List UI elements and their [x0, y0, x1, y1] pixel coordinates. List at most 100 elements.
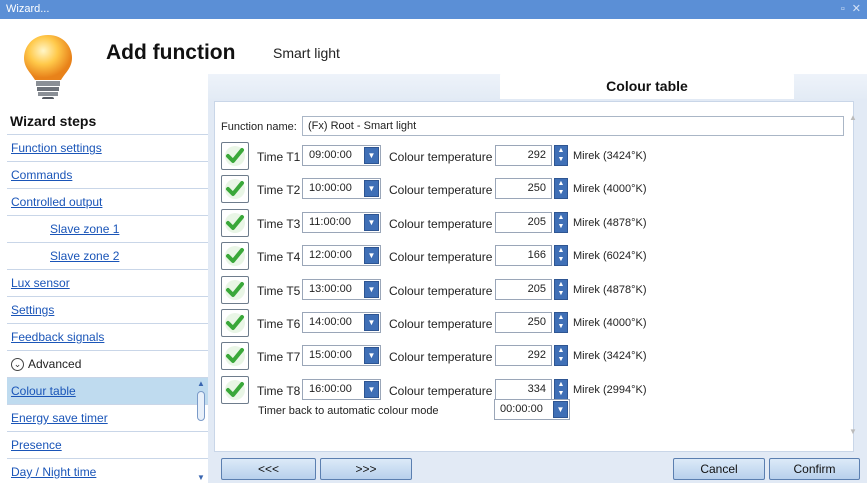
time-select[interactable]: 10:00:00 ▼	[302, 178, 381, 200]
checkmark-icon	[225, 146, 245, 166]
sidebar-item-feedback-signals[interactable]: Feedback signals	[7, 324, 208, 351]
dropdown-arrow-icon[interactable]: ▼	[364, 280, 379, 298]
mirek-input[interactable]: 205	[495, 211, 552, 233]
enable-checkbox[interactable]	[221, 175, 249, 204]
chevron-down-icon: ⌄	[11, 357, 24, 371]
time-value: 13:00:00	[309, 282, 352, 295]
time-select[interactable]: 13:00:00 ▼	[302, 278, 381, 300]
spinner-icon[interactable]: ▲ ▼	[554, 245, 568, 267]
enable-checkbox[interactable]	[221, 208, 249, 237]
colour-temperature-label: Colour temperature	[389, 383, 493, 398]
cancel-button[interactable]: Cancel	[673, 458, 765, 480]
colour-temperature-label: Colour temperature	[389, 216, 493, 231]
time-value: 09:00:00	[309, 149, 352, 161]
enable-checkbox[interactable]	[221, 142, 249, 170]
sidebar-item-function-settings[interactable]: Function settings	[7, 135, 208, 162]
wizard-steps-list: Function settings Commands Controlled ou…	[7, 134, 208, 483]
mirek-unit-label: Mirek (4878°K)	[573, 216, 647, 229]
spinner-icon[interactable]: ▲ ▼	[554, 145, 568, 166]
spinner-icon[interactable]: ▲ ▼	[554, 178, 568, 200]
dropdown-arrow-icon[interactable]: ▼	[364, 180, 379, 198]
mirek-input[interactable]: 205	[495, 278, 552, 300]
enable-checkbox[interactable]	[221, 275, 249, 304]
time-row: Time T1 09:00:00 ▼ Colour temperature 292 ▲ ▼ M…	[221, 142, 821, 170]
spinner-icon[interactable]: ▲ ▼	[554, 278, 568, 300]
checkmark-icon	[225, 313, 245, 333]
time-label: Time T8	[257, 383, 301, 398]
sidebar-item-slave-zone-1[interactable]: Slave zone 1	[7, 216, 208, 243]
enable-checkbox[interactable]	[221, 242, 249, 271]
time-label: Time T3	[257, 216, 301, 231]
sidebar-item-slave-zone-2[interactable]: Slave zone 2	[7, 243, 208, 270]
sidebar-scrollbar[interactable]: ▲ ▼	[196, 379, 206, 482]
mirek-input[interactable]: 292	[495, 345, 552, 367]
scroll-down-icon[interactable]: ▼	[846, 427, 860, 436]
sidebar-item-presence[interactable]: Presence	[7, 432, 208, 459]
mirek-input[interactable]: 250	[495, 178, 552, 200]
checkmark-icon	[225, 246, 245, 267]
light-bulb-icon	[24, 35, 72, 102]
time-select[interactable]: 11:00:00 ▼	[302, 211, 381, 233]
dropdown-arrow-icon[interactable]: ▼	[364, 347, 379, 365]
checkmark-icon	[225, 212, 245, 233]
spinner-icon[interactable]: ▲ ▼	[554, 345, 568, 367]
page-subtitle: Smart light	[273, 45, 340, 61]
mirek-input[interactable]: 292	[495, 145, 552, 166]
time-label: Time T5	[257, 283, 301, 298]
sidebar-item-lux-sensor[interactable]: Lux sensor	[7, 270, 208, 297]
colour-temperature-label: Colour temperature	[389, 183, 493, 198]
spinner-icon[interactable]: ▲ ▼	[554, 211, 568, 233]
sidebar-item-controlled-output[interactable]: Controlled output	[7, 189, 208, 216]
confirm-button[interactable]: Confirm	[769, 458, 860, 480]
mirek-unit-label: Mirek (3424°K)	[573, 150, 647, 162]
scrollbar-thumb[interactable]	[197, 391, 205, 421]
mirek-input[interactable]: 166	[495, 245, 552, 267]
previous-button[interactable]: <<<	[221, 458, 316, 480]
time-select[interactable]: 14:00:00 ▼	[302, 312, 381, 333]
sidebar-item-colour-table[interactable]: Colour table	[7, 378, 208, 405]
mirek-unit-label: Mirek (4000°K)	[573, 183, 647, 196]
sidebar-item-label: Advanced	[28, 357, 82, 371]
spinner-icon[interactable]: ▲ ▼	[554, 378, 568, 400]
sidebar-item-advanced[interactable]: ⌄ Advanced	[7, 351, 208, 378]
scroll-up-icon[interactable]: ▲	[846, 113, 860, 122]
enable-checkbox[interactable]	[221, 375, 249, 404]
dropdown-arrow-icon[interactable]: ▼	[364, 247, 379, 265]
mirek-unit-label: Mirek (4000°K)	[573, 317, 647, 329]
mirek-input[interactable]: 334	[495, 378, 552, 400]
mirek-input[interactable]: 250	[495, 312, 552, 333]
dropdown-arrow-icon[interactable]: ▼	[364, 213, 379, 231]
spinner-icon[interactable]: ▲ ▼	[554, 312, 568, 333]
time-value: 15:00:00	[309, 349, 352, 362]
tab-colour-table[interactable]: Colour table	[500, 68, 794, 100]
panel-scrollbar[interactable]: ▲ ▼	[846, 113, 860, 443]
colour-temperature-label: Colour temperature	[389, 150, 493, 164]
colour-temperature-label: Colour temperature	[389, 350, 493, 365]
time-row: Time T7 15:00:00 ▼ Colour temperature 292 ▲ ▼ M…	[221, 342, 821, 371]
sidebar-item-day-night-time[interactable]: Day / Night time	[7, 459, 208, 483]
auto-mode-time-select[interactable]: 00:00:00 ▼	[494, 399, 570, 420]
sidebar-item-settings[interactable]: Settings	[7, 297, 208, 324]
next-button[interactable]: >>>	[320, 458, 412, 480]
enable-checkbox[interactable]	[221, 309, 249, 337]
time-row: Time T3 11:00:00 ▼ Colour temperature 205 ▲ ▼ M…	[221, 208, 821, 237]
time-select[interactable]: 12:00:00 ▼	[302, 245, 381, 267]
dropdown-arrow-icon[interactable]: ▼	[364, 147, 379, 164]
window-controls[interactable]: ▫ ✕	[841, 0, 863, 19]
time-label: Time T7	[257, 350, 301, 365]
time-label: Time T6	[257, 317, 301, 331]
time-select[interactable]: 15:00:00 ▼	[302, 345, 381, 367]
dropdown-arrow-icon[interactable]: ▼	[364, 314, 379, 331]
sidebar-item-commands[interactable]: Commands	[7, 162, 208, 189]
scroll-down-icon[interactable]: ▼	[196, 473, 206, 483]
dropdown-arrow-icon[interactable]: ▼	[553, 401, 568, 418]
scroll-up-icon[interactable]: ▲	[196, 379, 206, 389]
checkmark-icon	[225, 379, 245, 400]
sidebar-item-energy-save-timer[interactable]: Energy save timer	[7, 405, 208, 432]
time-select[interactable]: 16:00:00 ▼	[302, 378, 381, 400]
dropdown-arrow-icon[interactable]: ▼	[364, 380, 379, 398]
enable-checkbox[interactable]	[221, 342, 249, 371]
sidebar: Wizard steps Function settings Commands …	[0, 99, 208, 483]
function-name-input[interactable]: (Fx) Root - Smart light	[302, 116, 844, 136]
time-select[interactable]: 09:00:00 ▼	[302, 145, 381, 166]
